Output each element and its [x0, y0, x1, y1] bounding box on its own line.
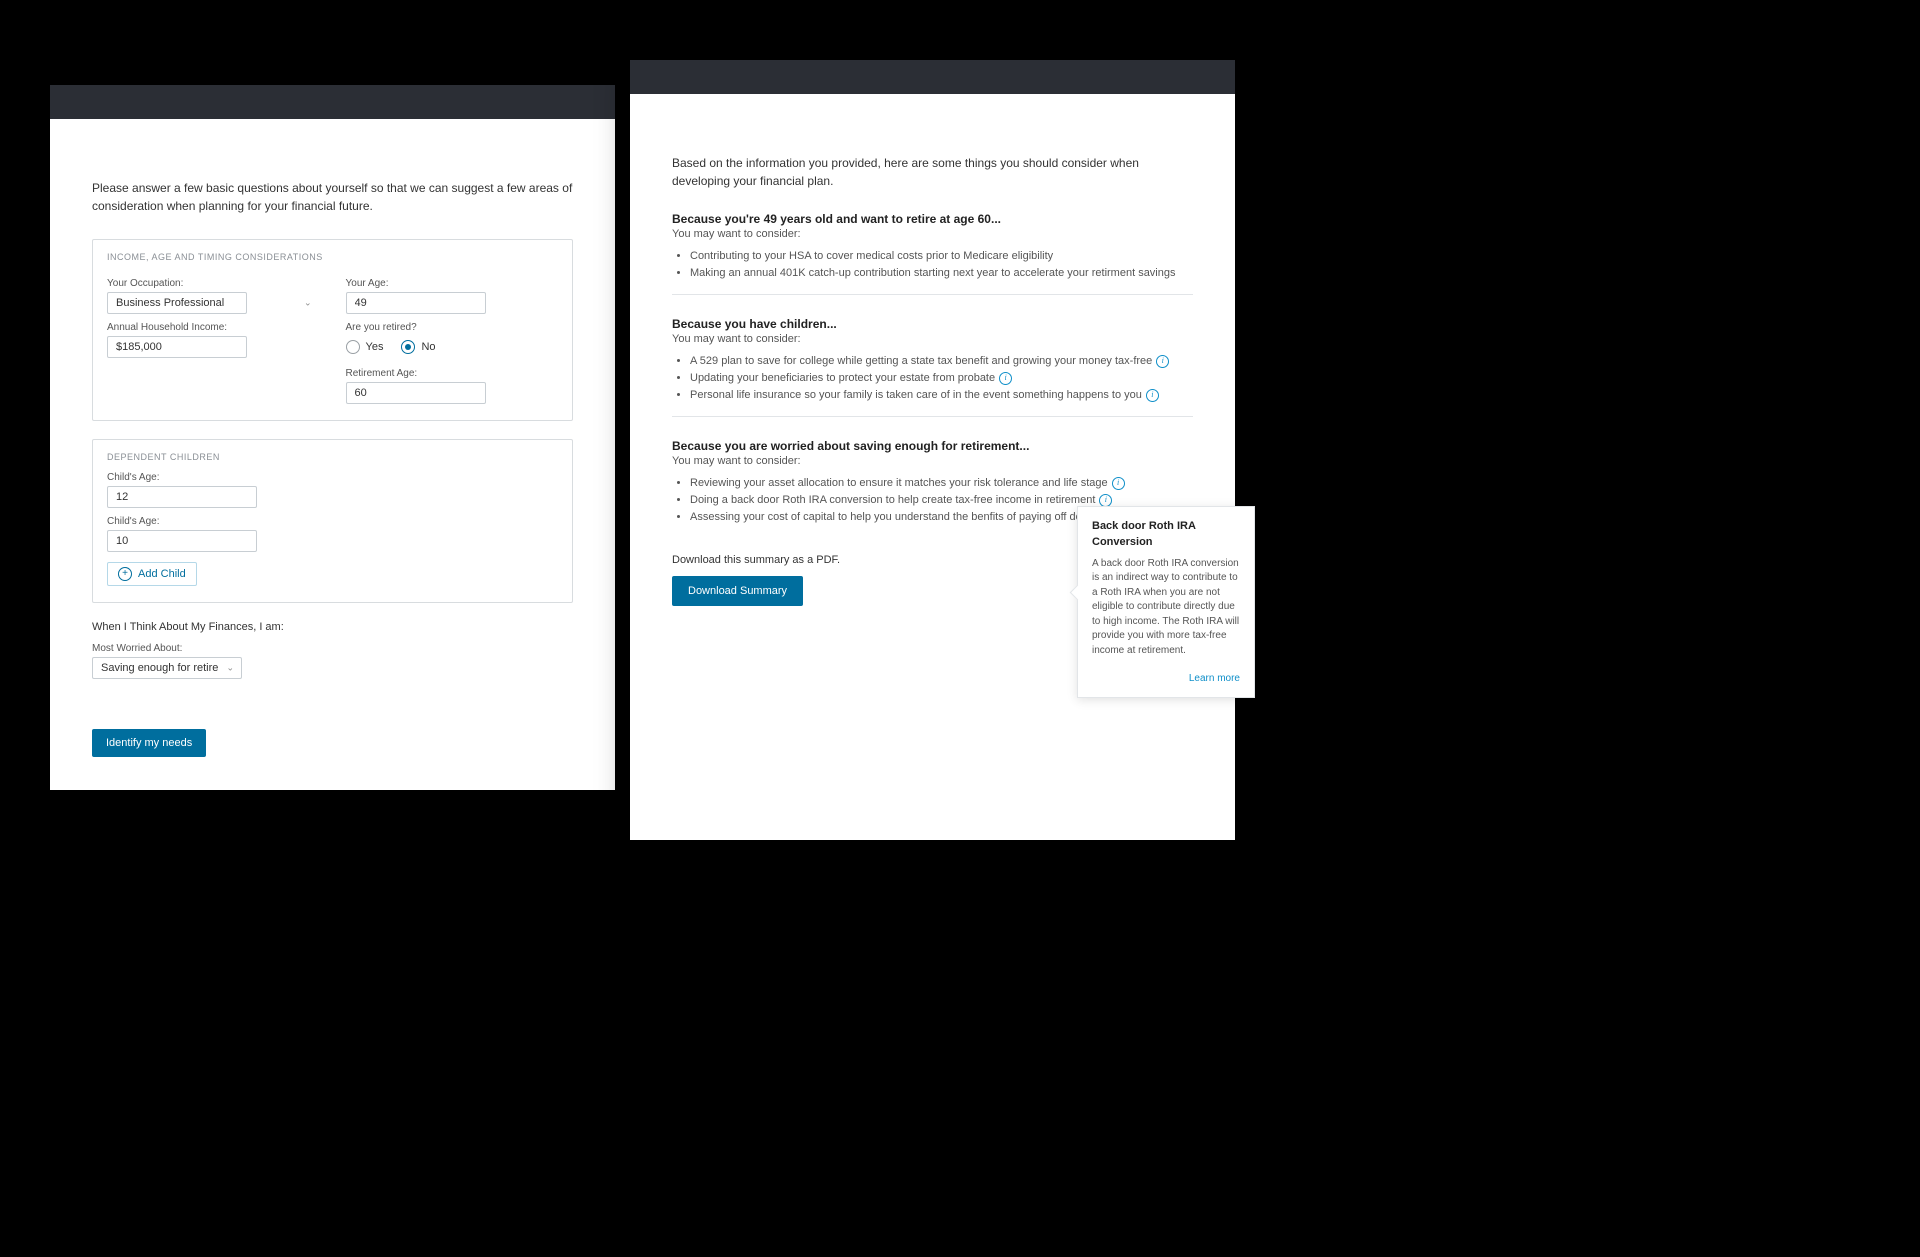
occupation-select[interactable] — [107, 292, 247, 314]
list-item: Making an annual 401K catch-up contribut… — [690, 265, 1193, 282]
info-icon[interactable]: i — [999, 372, 1012, 385]
stage: Please answer a few basic questions abou… — [0, 0, 1440, 943]
item-text: Personal life insurance so your family i… — [690, 389, 1142, 401]
plus-icon: + — [118, 567, 132, 581]
info-icon[interactable]: i — [1146, 389, 1159, 402]
item-text: Assessing your cost of capital to help y… — [690, 511, 1131, 523]
item-text: Reviewing your asset allocation to ensur… — [690, 477, 1108, 489]
results-body: Based on the information you provided, h… — [630, 94, 1235, 636]
worried-select[interactable] — [92, 657, 242, 679]
section-title: DEPENDENT CHILDREN — [107, 452, 558, 462]
section-title: INCOME, AGE AND TIMING CONSIDERATIONS — [107, 252, 558, 262]
retirement-age-label: Retirement Age: — [346, 368, 559, 379]
worried-label: Most Worried About: — [92, 643, 573, 654]
child-age-label: Child's Age: — [107, 516, 558, 527]
divider — [672, 294, 1193, 295]
dependent-children-section: DEPENDENT CHILDREN Child's Age: Child's … — [92, 439, 573, 603]
info-icon[interactable]: i — [1112, 477, 1125, 490]
child-1-age-input[interactable] — [107, 486, 257, 508]
topbar — [630, 60, 1235, 94]
list-item: A 529 plan to save for college while get… — [690, 353, 1193, 370]
child-2-age-input[interactable] — [107, 530, 257, 552]
item-text: A 529 plan to save for college while get… — [690, 355, 1152, 367]
info-icon[interactable]: i — [1099, 494, 1112, 507]
section-1-list: Contributing to your HSA to cover medica… — [690, 248, 1193, 282]
retirement-age-input[interactable] — [346, 382, 486, 404]
retired-label: Are you retired? — [346, 322, 559, 333]
consider-label: You may want to consider: — [672, 333, 1193, 345]
list-item: Reviewing your asset allocation to ensur… — [690, 475, 1193, 492]
consider-label: You may want to consider: — [672, 228, 1193, 240]
section-1-heading: Because you're 49 years old and want to … — [672, 212, 1193, 226]
age-input[interactable] — [346, 292, 486, 314]
questionnaire-panel: Please answer a few basic questions abou… — [50, 85, 615, 790]
retired-yes-radio[interactable]: Yes — [346, 340, 384, 354]
chevron-down-icon: ⌄ — [304, 298, 312, 309]
finances-heading: When I Think About My Finances, I am: — [92, 621, 573, 633]
retired-no-radio[interactable]: No — [401, 340, 435, 354]
identify-needs-button[interactable]: Identify my needs — [92, 729, 206, 757]
section-3-heading: Because you are worried about saving eno… — [672, 439, 1193, 453]
income-label: Annual Household Income: — [107, 322, 320, 333]
age-label: Your Age: — [346, 278, 559, 289]
results-panel: Based on the information you provided, h… — [630, 60, 1235, 840]
section-2-heading: Because you have children... — [672, 317, 1193, 331]
results-intro: Based on the information you provided, h… — [672, 154, 1193, 190]
add-child-button[interactable]: + Add Child — [107, 562, 197, 586]
item-text: Updating your beneficiaries to protect y… — [690, 372, 995, 384]
list-item: Personal life insurance so your family i… — [690, 387, 1193, 404]
topbar — [50, 85, 615, 119]
retired-radio-group: Yes No — [346, 340, 559, 354]
item-text: Doing a back door Roth IRA conversion to… — [690, 494, 1095, 506]
intro-text: Please answer a few basic questions abou… — [92, 179, 573, 215]
info-icon[interactable]: i — [1156, 355, 1169, 368]
consider-label: You may want to consider: — [672, 455, 1193, 467]
questionnaire-body: Please answer a few basic questions abou… — [50, 119, 615, 787]
list-item: Updating your beneficiaries to protect y… — [690, 370, 1193, 387]
tooltip-title: Back door Roth IRA Conversion — [1092, 519, 1240, 551]
download-summary-button[interactable]: Download Summary — [672, 576, 803, 606]
section-2-list: A 529 plan to save for college while get… — [690, 353, 1193, 404]
learn-more-link[interactable]: Learn more — [1092, 672, 1240, 687]
add-child-label: Add Child — [138, 568, 186, 580]
income-input[interactable] — [107, 336, 247, 358]
list-item: Contributing to your HSA to cover medica… — [690, 248, 1193, 265]
roth-ira-tooltip: Back door Roth IRA Conversion A back doo… — [1077, 506, 1255, 698]
income-age-section: INCOME, AGE AND TIMING CONSIDERATIONS Yo… — [92, 239, 573, 421]
child-age-label: Child's Age: — [107, 472, 558, 483]
occupation-label: Your Occupation: — [107, 278, 320, 289]
tooltip-body: A back door Roth IRA conversion is an in… — [1092, 557, 1240, 659]
radio-label: Yes — [366, 341, 384, 353]
divider — [672, 416, 1193, 417]
radio-label: No — [421, 341, 435, 353]
